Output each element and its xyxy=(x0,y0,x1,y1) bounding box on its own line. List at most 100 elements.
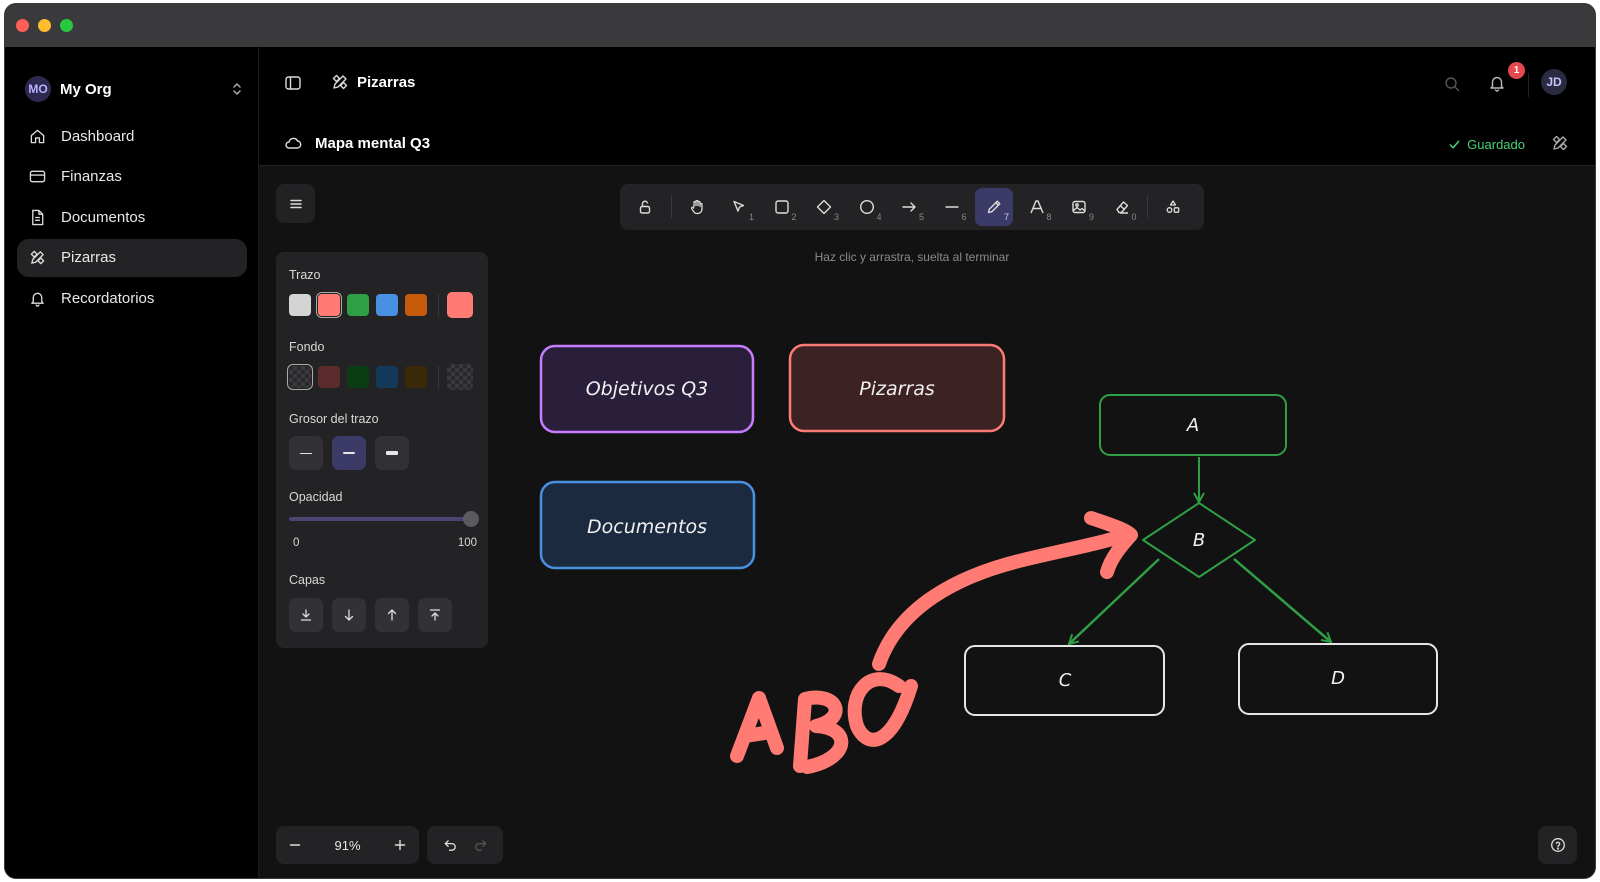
document-icon xyxy=(32,209,44,225)
minimize-window-button[interactable] xyxy=(38,19,51,32)
sidebar-toggle-icon[interactable] xyxy=(284,74,302,92)
tool-ellipse[interactable]: 4 xyxy=(848,188,886,226)
user-avatar[interactable]: JD xyxy=(1541,69,1567,95)
tool-selection[interactable]: 1 xyxy=(720,188,758,226)
current-background-color[interactable] xyxy=(447,364,473,390)
tool-shortcut: 9 xyxy=(1088,212,1094,222)
app-window: MO My Org Dashboard Finanzas Documentos … xyxy=(5,4,1595,878)
search-icon[interactable] xyxy=(1443,75,1461,93)
save-status: Guardado xyxy=(1448,137,1525,152)
node-b[interactable]: B xyxy=(1142,502,1256,578)
pencil-ruler-icon xyxy=(30,250,45,265)
sidebar-item-label: Dashboard xyxy=(61,127,135,145)
tool-lock[interactable] xyxy=(626,188,664,226)
arrow-b-d[interactable] xyxy=(1233,558,1331,642)
background-color-swatch[interactable] xyxy=(376,366,398,388)
node-pizarras[interactable]: Pizarras xyxy=(788,343,1006,433)
tool-library[interactable] xyxy=(1154,188,1192,226)
image-icon xyxy=(1072,200,1086,214)
node-a[interactable]: A xyxy=(1099,394,1287,456)
bring-to-front-icon xyxy=(429,609,441,621)
close-window-button[interactable] xyxy=(16,19,29,32)
sidebar-item-documentos[interactable]: Documentos xyxy=(17,198,247,236)
node-label: B xyxy=(1193,530,1205,551)
pencil-ruler-icon xyxy=(332,74,348,90)
stroke-color-row xyxy=(289,292,480,318)
tool-shortcut: 5 xyxy=(918,212,924,222)
sidebar-item-pizarras[interactable]: Pizarras xyxy=(17,238,247,277)
node-label: Objetivos Q3 xyxy=(586,378,709,400)
main-menu-button[interactable] xyxy=(276,184,315,223)
stroke-width-extra-bold[interactable] xyxy=(375,436,409,470)
bring-to-front-button[interactable] xyxy=(418,598,452,632)
opacity-slider-knob[interactable] xyxy=(463,511,479,527)
stroke-width-thin[interactable] xyxy=(289,436,323,470)
node-label: D xyxy=(1331,668,1345,689)
sidebar-item-finanzas[interactable]: Finanzas xyxy=(17,158,247,196)
bring-forward-button[interactable] xyxy=(375,598,409,632)
zoom-out-icon[interactable] xyxy=(288,838,302,852)
stroke-color-swatch[interactable] xyxy=(376,294,398,316)
sidebar-item-label: Pizarras xyxy=(61,249,117,266)
stroke-color-swatch[interactable] xyxy=(347,294,369,316)
pencil-ruler-icon[interactable] xyxy=(1551,134,1569,152)
tool-shortcut: 0 xyxy=(1131,212,1137,222)
top-bar: Pizarras 1 JD xyxy=(259,47,1595,120)
stroke-color-swatch[interactable] xyxy=(316,292,342,318)
org-name: My Org xyxy=(60,80,112,98)
undo-icon[interactable] xyxy=(443,838,458,853)
tool-rectangle[interactable]: 2 xyxy=(763,188,801,226)
tool-draw[interactable]: 7 xyxy=(975,188,1013,226)
redo-icon[interactable] xyxy=(473,838,488,853)
help-icon xyxy=(1550,838,1565,852)
sidebar-item-dashboard[interactable]: Dashboard xyxy=(17,117,247,155)
background-color-swatch[interactable] xyxy=(405,366,427,388)
send-to-back-button[interactable] xyxy=(289,598,323,632)
home-icon xyxy=(30,129,45,143)
node-objetivos[interactable]: Objetivos Q3 xyxy=(539,344,755,434)
background-color-swatch[interactable] xyxy=(287,364,313,390)
stroke-label: Trazo xyxy=(289,268,321,282)
document-title[interactable]: Mapa mental Q3 xyxy=(315,135,430,152)
sidebar-item-recordatorios[interactable]: Recordatorios xyxy=(17,279,247,317)
tool-eraser[interactable]: 0 xyxy=(1103,188,1141,226)
arrow-down-icon xyxy=(344,609,354,621)
send-backward-button[interactable] xyxy=(332,598,366,632)
tool-shortcut: 7 xyxy=(1003,212,1009,222)
tool-shortcut: 8 xyxy=(1046,212,1052,222)
opacity-label: Opacidad xyxy=(289,490,343,504)
tool-shortcut: 6 xyxy=(961,212,967,222)
cursor-icon xyxy=(733,200,745,212)
arrow-up-icon xyxy=(387,609,397,621)
node-d[interactable]: D xyxy=(1238,643,1438,715)
node-documentos[interactable]: Documentos xyxy=(539,480,756,570)
stroke-width-bold[interactable] xyxy=(332,436,366,470)
tool-diamond[interactable]: 3 xyxy=(805,188,843,226)
tool-text[interactable]: 8 xyxy=(1018,188,1056,226)
undo-redo-controls xyxy=(427,826,503,864)
zoom-in-icon[interactable] xyxy=(393,838,407,852)
tool-hand[interactable] xyxy=(678,188,716,226)
page-title: Pizarras xyxy=(357,74,416,91)
stroke-color-swatch[interactable] xyxy=(405,294,427,316)
background-color-row xyxy=(287,364,480,390)
notifications-bell-icon[interactable] xyxy=(1488,74,1506,92)
node-label: Documentos xyxy=(587,516,707,538)
org-switcher[interactable]: MO My Org xyxy=(25,73,245,105)
maximize-window-button[interactable] xyxy=(60,19,73,32)
help-button[interactable] xyxy=(1538,826,1577,864)
tool-line[interactable]: 6 xyxy=(933,188,971,226)
stroke-color-swatch[interactable] xyxy=(289,294,311,316)
zoom-level[interactable]: 91% xyxy=(334,838,360,853)
background-color-swatch[interactable] xyxy=(318,366,340,388)
opacity-slider[interactable] xyxy=(289,511,479,527)
tool-image[interactable]: 9 xyxy=(1060,188,1098,226)
eraser-icon xyxy=(1115,201,1128,214)
background-color-swatch[interactable] xyxy=(347,366,369,388)
current-stroke-color[interactable] xyxy=(447,292,473,318)
node-c[interactable]: C xyxy=(964,645,1165,716)
whiteboard-canvas[interactable]: Objetivos Q3 Pizarras Documentos A B C D… xyxy=(259,166,1595,878)
tool-arrow[interactable]: 5 xyxy=(890,188,928,226)
zoom-controls: 91% xyxy=(276,826,419,864)
cloud-icon xyxy=(285,137,302,149)
